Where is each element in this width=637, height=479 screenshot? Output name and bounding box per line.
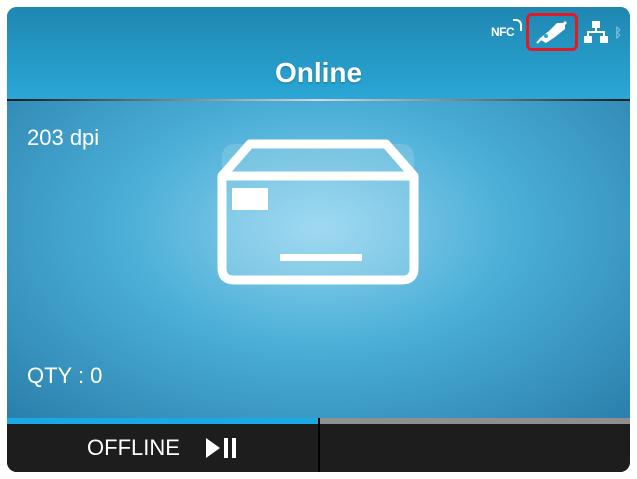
main-panel: 203 dpi QTY : 0: [7, 101, 630, 418]
offline-label: OFFLINE: [87, 435, 180, 460]
softkey-bar: OFFLINE: [7, 418, 630, 472]
page-title: Online: [274, 57, 363, 88]
quantity-text: QTY : 0: [27, 363, 103, 388]
printer-display: NFC ᛒ Online 203 dpi QTY: 0 OFFLINE: [7, 7, 630, 472]
resolution-text: 203 dpi: [27, 125, 100, 150]
bluetooth-icon: ᛒ: [614, 24, 622, 40]
nfc-label: NFC: [491, 25, 515, 39]
status-header: NFC ᛒ Online: [7, 7, 630, 99]
softkey-right-button[interactable]: [320, 418, 630, 472]
offline-button[interactable]: OFFLINE: [7, 424, 318, 472]
nfc-icon: NFC: [491, 19, 523, 39]
status-icons: NFC ᛒ: [491, 13, 622, 51]
network-icon: [584, 20, 609, 44]
connection-highlight: [526, 13, 579, 51]
play-pause-icon: [204, 436, 238, 460]
wrench-connection-icon: [535, 19, 569, 45]
label-media-icon: [214, 136, 422, 288]
